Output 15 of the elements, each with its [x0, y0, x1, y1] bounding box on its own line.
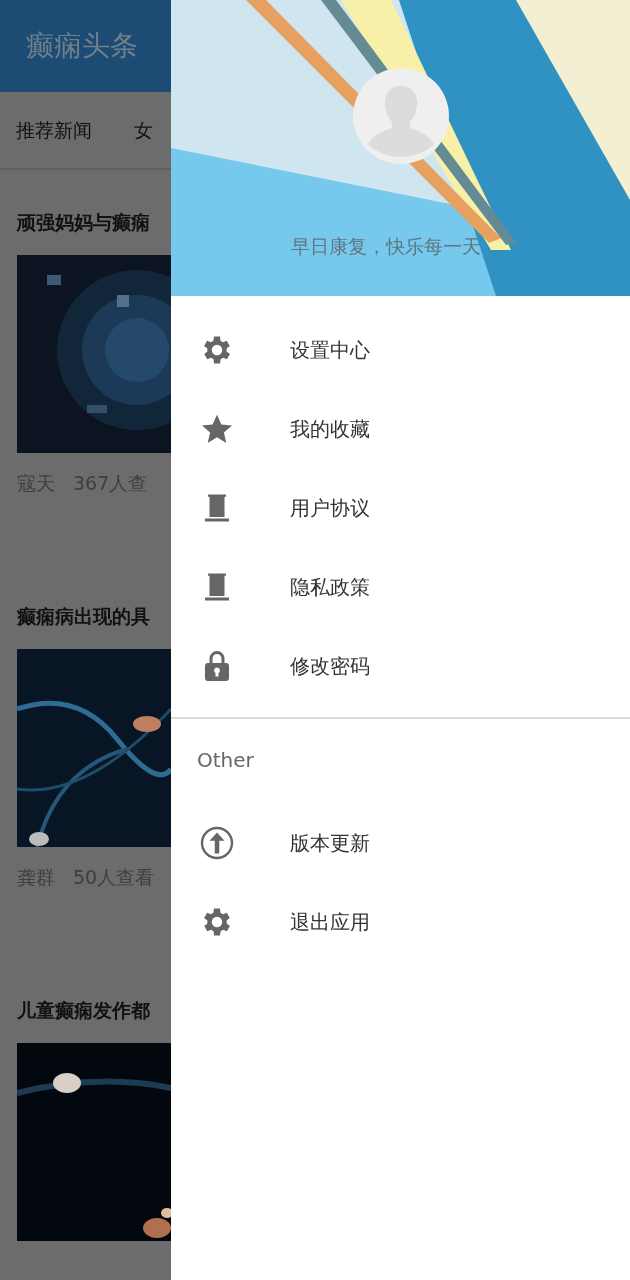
- app-title: 癫痫头条: [26, 28, 138, 64]
- upload-icon: [199, 824, 235, 861]
- menu-item[interactable]: 设置中心: [290, 334, 370, 365]
- menu-item[interactable]: 隐私政策: [290, 571, 370, 602]
- article-title[interactable]: 癫痫病出现的具: [17, 602, 171, 631]
- menu-item[interactable]: 修改密码: [290, 650, 370, 681]
- tab[interactable]: 女: [134, 115, 153, 145]
- menu-item[interactable]: 我的收藏: [290, 413, 370, 444]
- section-title: Other: [196, 747, 255, 774]
- article-title[interactable]: 儿童癫痫发作都: [17, 996, 171, 1025]
- article-title[interactable]: 顽强妈妈与癫痫: [17, 208, 171, 237]
- menu-item[interactable]: 用户协议: [290, 492, 370, 523]
- menu-item[interactable]: 退出应用: [290, 906, 370, 937]
- tab[interactable]: 推荐新闻: [16, 115, 92, 145]
- menu-item[interactable]: 版本更新: [290, 827, 370, 858]
